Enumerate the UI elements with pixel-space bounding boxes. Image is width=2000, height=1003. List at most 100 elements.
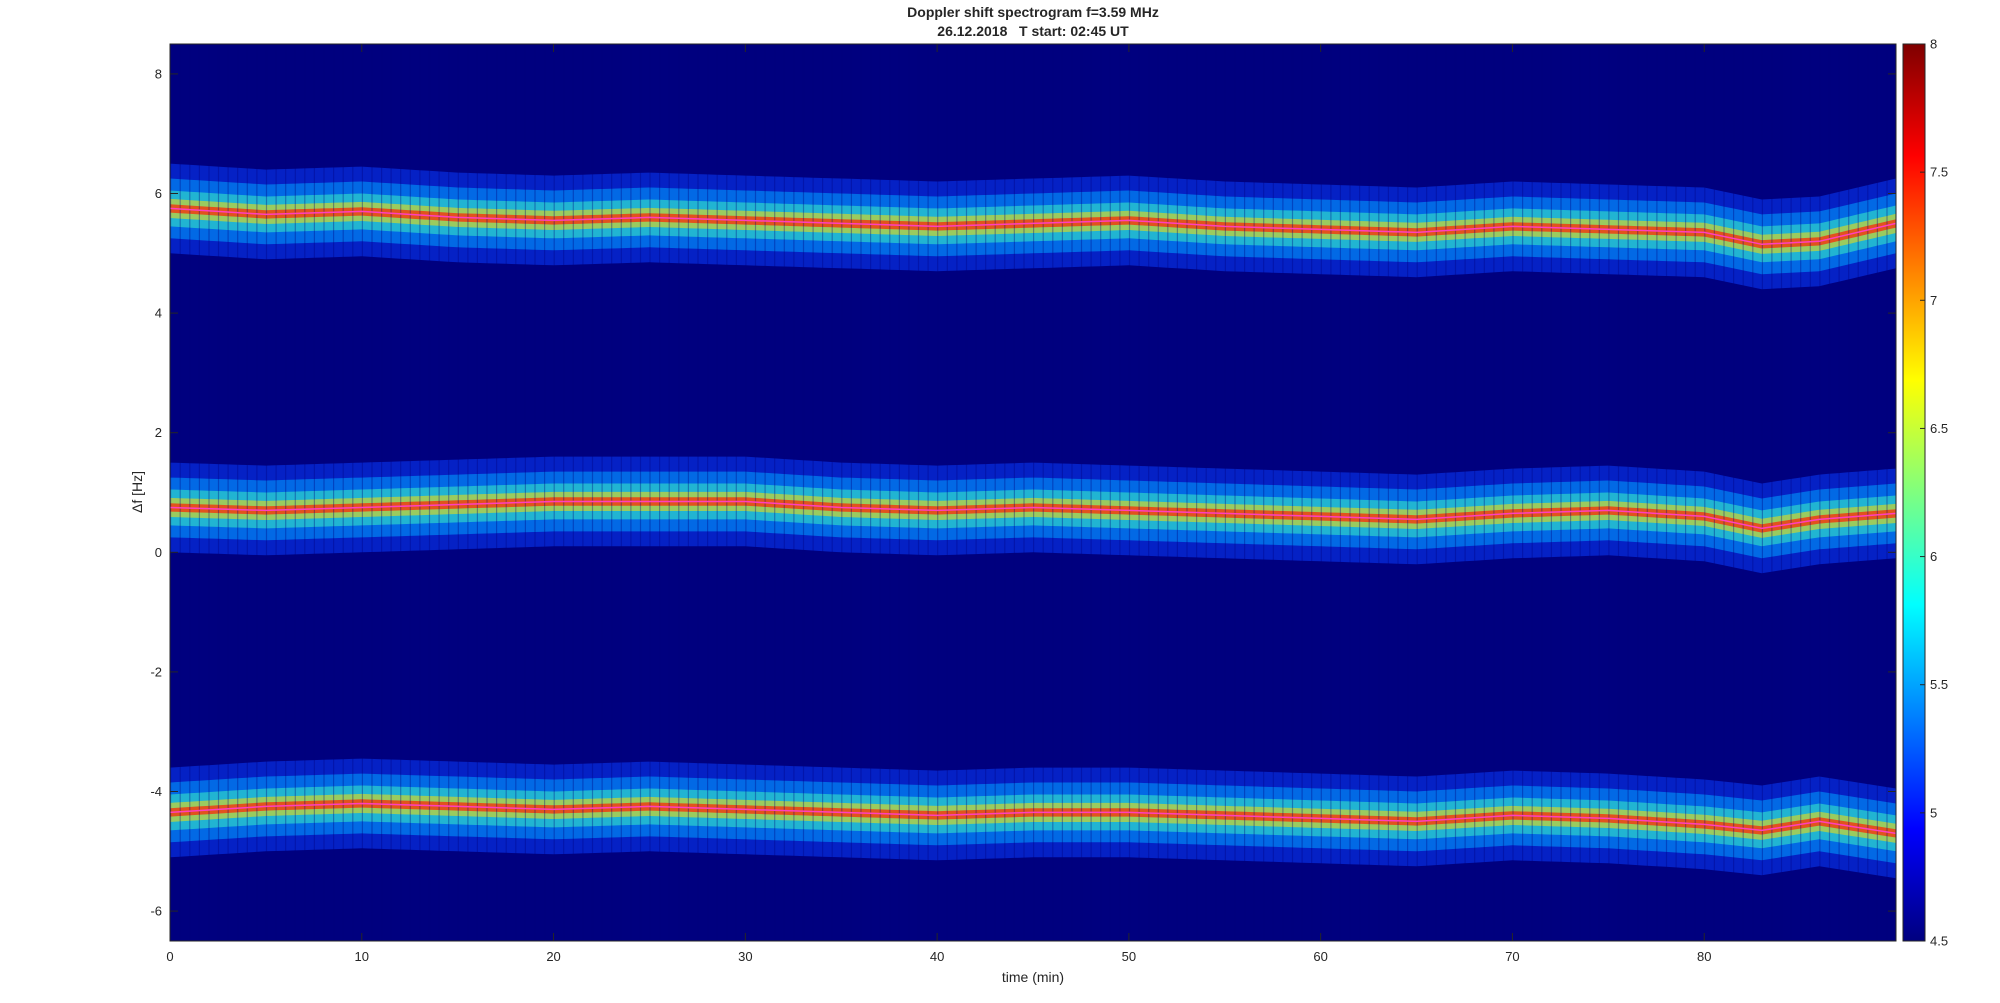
stripe	[1042, 44, 1044, 941]
stripe	[1100, 44, 1102, 941]
stripe	[1857, 44, 1859, 941]
stripe	[553, 44, 555, 941]
stripe	[1090, 44, 1092, 941]
stripe	[1244, 44, 1246, 941]
y-tick-label: 0	[155, 545, 162, 560]
colorbar-tick-label: 8	[1930, 37, 1937, 52]
x-axis-label: time (min)	[1002, 969, 1064, 985]
stripe	[1665, 44, 1668, 941]
stripe	[812, 44, 814, 941]
stripe	[1761, 44, 1763, 941]
x-tick-label: 80	[1697, 949, 1711, 964]
stripe	[831, 44, 833, 941]
stripe	[1253, 44, 1255, 941]
stripe	[870, 44, 872, 941]
stripe	[1080, 44, 1083, 941]
stripe	[390, 44, 392, 941]
stripe	[1205, 44, 1207, 941]
stripe	[1474, 44, 1476, 941]
stripe	[1186, 44, 1188, 941]
stripe	[1071, 44, 1073, 941]
x-tick-label: 70	[1505, 949, 1519, 964]
x-tick-label: 40	[930, 949, 944, 964]
stripe	[1617, 44, 1620, 941]
plot-area	[170, 44, 1896, 941]
stripe	[1570, 44, 1572, 941]
stripe	[1157, 44, 1159, 941]
y-tick-label: 2	[155, 425, 162, 440]
colorbar-tick-label: 7.5	[1930, 165, 1948, 180]
stripe	[1589, 44, 1591, 941]
stripe	[1502, 44, 1505, 941]
stripe	[994, 44, 996, 941]
stripe	[1224, 44, 1226, 941]
stripe	[860, 44, 862, 941]
stripe	[1320, 44, 1322, 941]
stripe	[1848, 44, 1850, 941]
stripe	[985, 44, 987, 941]
stripe	[1780, 44, 1783, 941]
x-tick-label: 20	[546, 949, 560, 964]
x-tick-label: 50	[1122, 949, 1136, 964]
stripe	[1387, 44, 1389, 941]
stripe	[1790, 44, 1792, 941]
stripe	[419, 44, 421, 941]
stripe	[1742, 44, 1744, 941]
stripe	[1579, 44, 1581, 941]
stripe	[524, 44, 526, 941]
stripe	[889, 44, 891, 941]
colorbar-tick-label: 4.5	[1930, 934, 1948, 949]
stripe	[1675, 44, 1677, 941]
stripe	[1560, 44, 1562, 941]
colorbar-tick-label: 6	[1930, 549, 1937, 564]
stripe	[534, 44, 536, 941]
stripe	[1282, 44, 1284, 941]
colorbar-tick-label: 7	[1930, 293, 1937, 308]
stripe	[1483, 44, 1485, 941]
stripe	[208, 44, 210, 941]
stripe	[745, 44, 747, 941]
stripe	[1339, 44, 1341, 941]
stripe	[333, 44, 335, 941]
stripe	[1311, 44, 1313, 941]
stripe	[1752, 44, 1754, 941]
stripe	[572, 44, 574, 941]
stripe	[956, 44, 958, 941]
stripe	[754, 44, 757, 941]
x-tick-label: 0	[166, 949, 173, 964]
stripe	[1061, 44, 1063, 941]
stripe	[591, 44, 594, 941]
stripe	[342, 44, 344, 941]
stripe	[1541, 44, 1543, 941]
stripe	[1119, 44, 1121, 941]
stripe	[764, 44, 766, 941]
stripe	[1148, 44, 1150, 941]
stripe	[313, 44, 315, 941]
stripe	[774, 44, 776, 941]
stripe	[1109, 44, 1111, 941]
stripe	[428, 44, 431, 941]
stripe	[486, 44, 488, 941]
y-axis-label: Δf [Hz]	[129, 471, 145, 513]
stripe	[1550, 44, 1552, 941]
stripe	[1809, 44, 1811, 941]
stripe	[1522, 44, 1524, 941]
y-tick-label: -4	[150, 784, 162, 799]
stripe	[1052, 44, 1054, 941]
stripe	[1176, 44, 1178, 941]
stripe	[611, 44, 613, 941]
spectrogram-figure: Doppler shift spectrogram f=3.59 MHz 26.…	[129, 4, 1948, 985]
stripe	[1368, 44, 1370, 941]
stripe	[783, 44, 785, 941]
stripe	[793, 44, 795, 941]
colorbar-tick-label: 5.5	[1930, 677, 1948, 692]
stripe	[1627, 44, 1629, 941]
y-tick-label: 6	[155, 186, 162, 201]
stripe	[563, 44, 565, 941]
stripe	[381, 44, 383, 941]
stripe	[304, 44, 306, 941]
stripe	[726, 44, 728, 941]
stripe	[927, 44, 929, 941]
chart-title: Doppler shift spectrogram f=3.59 MHz	[907, 4, 1159, 20]
y-tick-label: -2	[150, 664, 162, 679]
